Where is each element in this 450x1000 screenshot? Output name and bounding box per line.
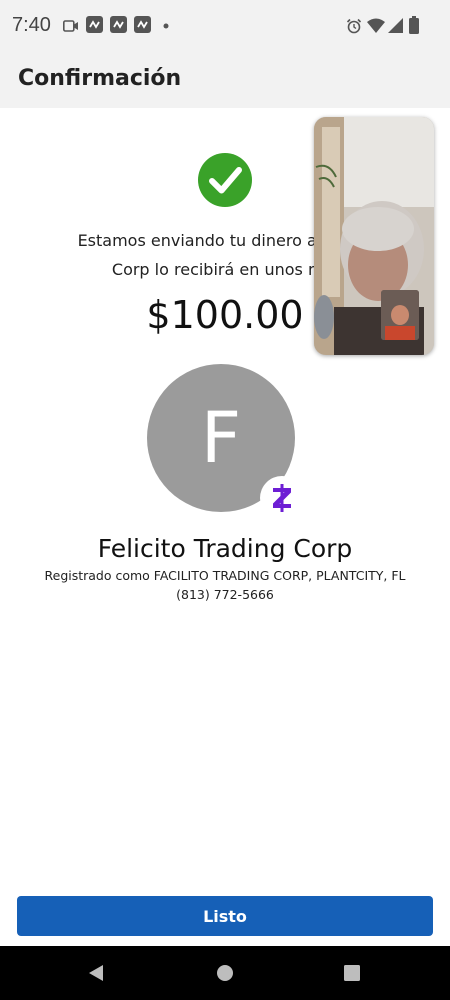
zelle-logo-icon: [273, 484, 291, 512]
back-icon[interactable]: [87, 964, 105, 982]
app-notification-icon: [110, 16, 127, 33]
signal-icon: [388, 18, 403, 33]
dot-icon: [163, 23, 169, 29]
app-notification-icon: [86, 16, 103, 33]
zelle-badge: [260, 476, 304, 520]
app-header: Confirmación: [0, 56, 450, 108]
self-view-video: [381, 290, 419, 340]
home-icon[interactable]: [216, 964, 234, 982]
registered-as: Registrado como FACILITO TRADING CORP, P…: [44, 568, 406, 583]
status-time: 7:40: [12, 14, 51, 36]
video-camera-icon: [63, 20, 78, 32]
done-button[interactable]: Listo: [17, 896, 433, 936]
recents-icon[interactable]: [344, 965, 360, 981]
recipient-phone: (813) 772-5666: [176, 587, 274, 602]
page-title: Confirmación: [18, 66, 182, 91]
avatar-initial: F: [200, 397, 242, 479]
success-check-icon: [198, 153, 252, 207]
wifi-icon: [367, 18, 385, 33]
battery-icon: [409, 16, 419, 34]
video-call-overlay[interactable]: [314, 117, 434, 355]
app-notification-icon: [134, 16, 151, 33]
status-bar: 7:40: [0, 0, 450, 56]
alarm-icon: [346, 18, 362, 34]
recipient-name: Felicito Trading Corp: [97, 534, 353, 563]
navigation-bar: [0, 946, 450, 1000]
